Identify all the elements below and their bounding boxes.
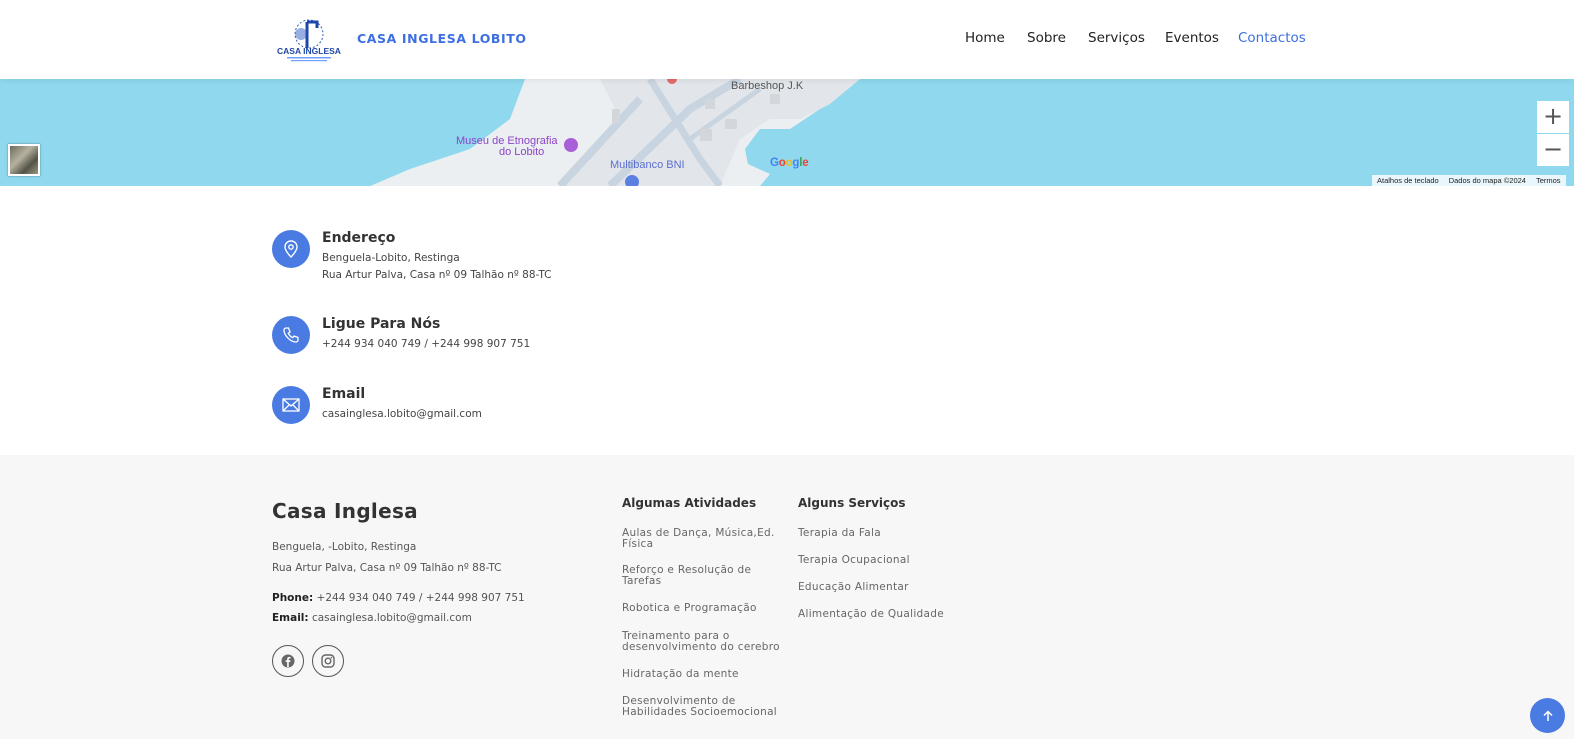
logo-icon: CASA INGLESA (277, 19, 341, 62)
address-line-1: Benguela-Lobito, Restinga (322, 252, 460, 264)
phone-title: Ligue Para Nós (322, 316, 441, 332)
envelope-icon (272, 386, 310, 424)
site-footer: Casa Inglesa Benguela, -Lobito, Restinga… (0, 455, 1574, 739)
footer-title: Casa Inglesa (272, 499, 418, 523)
map-keyboard-shortcuts[interactable]: Atalhos de teclado (1372, 176, 1444, 185)
footer-phone-value[interactable]: +244 934 040 749 / +244 998 907 751 (317, 592, 525, 604)
instagram-icon (321, 654, 335, 668)
facebook-button[interactable] (272, 645, 304, 677)
email-title: Email (322, 386, 366, 402)
footer-address-1: Benguela, -Lobito, Restinga (272, 541, 417, 553)
services-heading: Alguns Serviços (798, 496, 906, 510)
activities-heading: Algumas Atividades (622, 496, 757, 510)
activity-link[interactable]: Aulas de Dança, Música,Ed. Física (622, 528, 782, 550)
nav-contactos[interactable]: Contactos (1238, 30, 1306, 46)
footer-email: Email: casainglesa.lobito@gmail.com (272, 612, 472, 624)
map-graphic (370, 79, 860, 186)
satellite-toggle[interactable] (8, 144, 40, 176)
phone-numbers[interactable]: +244 934 040 749 / +244 998 907 751 (322, 338, 530, 350)
zoom-in-button[interactable]: + (1537, 101, 1569, 133)
service-link[interactable]: Educação Alimentar (798, 582, 909, 593)
map-footer: Atalhos de teclado Dados do mapa ©2024 T… (1372, 175, 1566, 186)
google-logo: Google (770, 157, 809, 169)
site-header: CASA INGLESA CASA INGLESA LOBITO Home So… (0, 0, 1574, 79)
map-terms-link[interactable]: Termos (1531, 176, 1566, 185)
activity-link[interactable]: Desenvolvimento de Habilidades Socioemoc… (622, 696, 787, 718)
phone-icon (272, 316, 310, 354)
facebook-icon (281, 654, 295, 668)
service-link[interactable]: Alimentação de Qualidade (798, 609, 944, 620)
nav-servicos[interactable]: Serviços (1088, 30, 1145, 46)
nav-eventos[interactable]: Eventos (1165, 30, 1219, 46)
logo[interactable]: CASA INGLESA (277, 16, 341, 64)
email-address[interactable]: casainglesa.lobito@gmail.com (322, 408, 482, 420)
map-data-attribution: Dados do mapa ©2024 (1448, 176, 1526, 185)
footer-address-2: Rua Artur Palva, Casa nº 09 Talhão nº 88… (272, 562, 502, 574)
activity-link[interactable]: Robotica e Programação (622, 603, 792, 614)
map[interactable]: Barbeshop J.K Museu de Etnografia do Lob… (0, 79, 1574, 186)
activity-link[interactable]: Hidratação da mente (622, 669, 792, 680)
logo-text: CASA INGLESA (277, 46, 341, 56)
nav-sobre[interactable]: Sobre (1027, 30, 1066, 46)
map-label-multibanco[interactable]: Multibanco BNI (610, 159, 685, 171)
address-title: Endereço (322, 230, 396, 246)
arrow-up-icon (1542, 709, 1553, 721)
activity-link[interactable]: Treinamento para o desenvolvimento do ce… (622, 631, 787, 653)
footer-phone: Phone: +244 934 040 749 / +244 998 907 7… (272, 592, 525, 604)
address-line-2: Rua Artur Palva, Casa nº 09 Talhão nº 88… (322, 269, 552, 281)
zoom-out-button[interactable]: − (1537, 134, 1569, 166)
service-link[interactable]: Terapia da Fala (798, 528, 881, 539)
map-pin-icon (272, 230, 310, 268)
instagram-button[interactable] (312, 645, 344, 677)
map-label-museum-line2[interactable]: do Lobito (499, 146, 544, 158)
activity-link[interactable]: Reforço e Resolução de Tarefas (622, 565, 762, 587)
nav-home[interactable]: Home (965, 30, 1005, 46)
back-to-top-button[interactable] (1530, 698, 1565, 733)
map-label-barbershop[interactable]: Barbeshop J.K (731, 80, 803, 92)
footer-phone-label: Phone: (272, 592, 314, 604)
footer-email-label: Email: (272, 612, 309, 624)
footer-email-value[interactable]: casainglesa.lobito@gmail.com (312, 612, 472, 624)
brand-name[interactable]: CASA INGLESA LOBITO (357, 31, 527, 46)
service-link[interactable]: Terapia Ocupacional (798, 555, 910, 566)
